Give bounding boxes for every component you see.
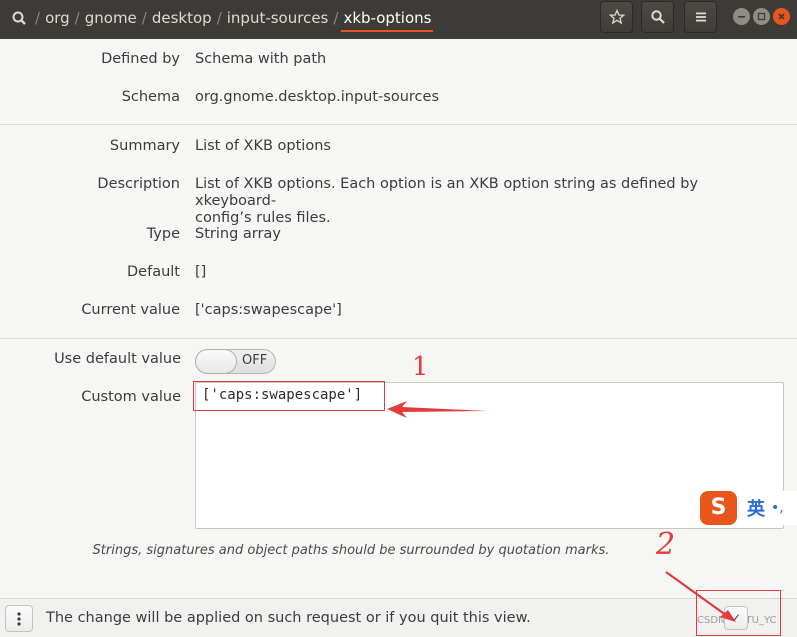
description-line-2: config’s rules files. [195,210,331,226]
use-default-toggle[interactable]: OFF [195,349,276,374]
current-value-label: Current value [81,302,180,318]
annotation-arrow-1 [387,401,487,418]
current-value: ['caps:swapescape'] [195,302,342,318]
use-default-label: Use default value [54,351,181,367]
annotation-box-value [193,381,385,411]
ime-panel[interactable]: 英 •, [741,490,797,525]
description-label: Description [97,176,180,192]
ime-language-toggle[interactable]: 英 [747,495,765,521]
breadcrumb-separator: / [216,9,222,27]
breadcrumb-org[interactable]: org [45,9,70,27]
breadcrumb-separator: / [333,9,339,27]
hint-text-content: Strings, signatures and object paths sho… [92,543,610,558]
hint-text: Strings, signatures and object paths sho… [0,543,797,558]
bookmark-button[interactable] [600,1,633,33]
maximize-button[interactable] [753,8,770,25]
breadcrumb: / org / gnome / desktop / input-sources … [30,9,434,32]
defined-by-label: Defined by [101,51,180,67]
search-icon[interactable] [10,9,30,29]
default-value: [] [195,264,207,280]
section-divider [0,124,797,125]
defined-by-value: Schema with path [195,51,327,67]
minimize-button[interactable] [733,8,750,25]
toggle-state-label: OFF [242,353,268,368]
section-divider [0,338,797,339]
star-icon [608,9,625,25]
toggle-knob[interactable] [195,349,237,374]
description-value: List of XKB options. Each option is an X… [195,176,755,227]
default-label: Default [127,264,180,280]
breadcrumb-input-sources[interactable]: input-sources [227,9,329,27]
minimize-icon [738,16,745,18]
annotation-arrow-2 [665,571,736,622]
close-button[interactable] [773,8,790,25]
hamburger-menu-icon [695,12,706,22]
breadcrumb-current[interactable]: xkb-options [341,9,434,32]
main-menu-button[interactable] [684,1,717,33]
breadcrumb-desktop[interactable]: desktop [152,9,212,27]
ime-toolbar[interactable]: S 英 •, [700,489,797,526]
vertical-dots-icon [17,611,21,626]
breadcrumb-separator: / [141,9,147,27]
header-bar: / org / gnome / desktop / input-sources … [0,0,797,39]
schema-value: org.gnome.desktop.input-sources [195,89,439,105]
breadcrumb-separator: / [74,9,80,27]
summary-label: Summary [109,138,180,154]
annotation-mark-2: 2 [656,527,676,562]
sogou-logo-icon[interactable]: S [700,490,737,525]
summary-value: List of XKB options [195,138,331,154]
custom-value-label: Custom value [81,389,181,405]
ime-punctuation-toggle[interactable]: •, [771,500,784,516]
maximize-icon [757,12,766,21]
search-button[interactable] [641,1,674,33]
search-icon [650,10,665,24]
annotation-mark-1: 1 [412,352,429,382]
schema-label: Schema [121,89,180,105]
breadcrumb-gnome[interactable]: gnome [85,9,137,27]
type-value: String array [195,226,281,242]
breadcrumb-separator: / [35,9,41,27]
description-line-1: List of XKB options. Each option is an X… [195,176,699,209]
pending-change-message: The change will be applied on such reque… [46,610,531,626]
close-icon [778,13,785,20]
type-label: Type [146,226,180,242]
bottom-menu-button[interactable] [5,605,33,632]
